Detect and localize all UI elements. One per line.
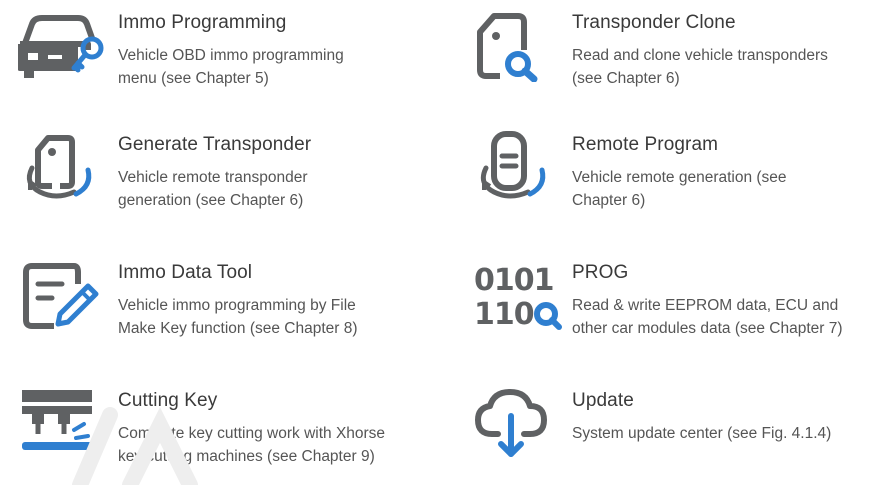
menu-item-immo-data-tool[interactable]: Immo Data Tool Vehicle immo programming … xyxy=(18,256,458,356)
menu-item-description: Vehicle remote generation (see Chapter 6… xyxy=(572,169,787,209)
svg-text:0101: 0101 xyxy=(474,263,554,298)
menu-item-cutting-key[interactable]: Cutting Key Complete key cutting work wi… xyxy=(18,384,458,484)
menu-item-title: Immo Data Tool xyxy=(118,262,253,283)
menu-item-title: Cutting Key xyxy=(118,390,218,411)
binary-search-icon: 0101 110 xyxy=(472,256,562,332)
cutting-machine-icon xyxy=(18,384,108,460)
menu-item-title: Remote Program xyxy=(572,134,719,155)
menu-item-description: Complete key cutting work with Xhorse ke… xyxy=(118,425,386,465)
menu-item-title: Transponder Clone xyxy=(572,12,736,33)
menu-item-description: Read & write EEPROM data, ECU and other … xyxy=(572,297,843,337)
menu-item-remote-program[interactable]: Remote Program Vehicle remote generation… xyxy=(472,128,896,228)
menu-item-title: PROG xyxy=(572,262,629,283)
menu-item-description: Vehicle immo programming by File Make Ke… xyxy=(118,297,358,337)
car-key-icon xyxy=(18,6,108,82)
menu-item-title: Immo Programming xyxy=(118,12,287,33)
cloud-download-icon xyxy=(472,384,562,460)
svg-text:110: 110 xyxy=(474,297,534,332)
menu-item-title: Generate Transponder xyxy=(118,134,312,155)
document-pen-icon xyxy=(18,256,108,332)
menu-item-description: Vehicle remote transponder generation (s… xyxy=(118,169,308,209)
menu-item-immo-programming[interactable]: Immo Programming Vehicle OBD immo progra… xyxy=(18,6,458,106)
menu-item-prog[interactable]: 0101 110 PROG Read & write EEPROM data, … xyxy=(472,256,896,356)
menu-item-generate-transponder[interactable]: Generate Transponder Vehicle remote tran… xyxy=(18,128,458,228)
menu-item-description: Read and clone vehicle transponders (see… xyxy=(572,47,828,87)
menu-item-update[interactable]: Update System update center (see Fig. 4.… xyxy=(472,384,896,484)
menu-item-title: Update xyxy=(572,390,634,411)
menu-item-transponder-clone[interactable]: Transponder Clone Read and clone vehicle… xyxy=(472,6,896,106)
transponder-rotate-icon xyxy=(18,128,108,204)
remote-rotate-icon xyxy=(472,128,562,204)
menu-item-description: System update center (see Fig. 4.1.4) xyxy=(572,425,832,442)
transponder-search-icon xyxy=(472,6,562,82)
menu-item-description: Vehicle OBD immo programming menu (see C… xyxy=(118,47,344,87)
